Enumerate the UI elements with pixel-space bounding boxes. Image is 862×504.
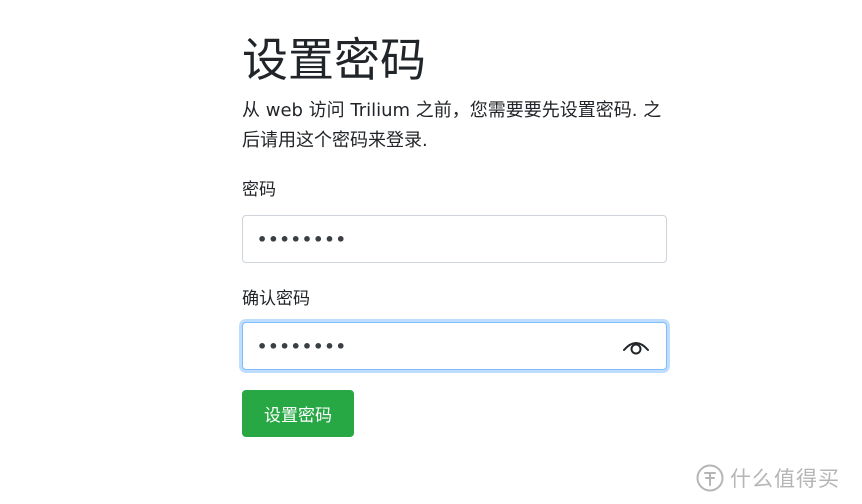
confirm-password-value: •••••••• xyxy=(257,337,347,356)
eye-icon[interactable] xyxy=(622,335,650,359)
watermark-text: 什么值得买 xyxy=(730,467,840,491)
page-title: 设置密码 xyxy=(242,33,426,87)
password-value: •••••••• xyxy=(257,230,347,249)
confirm-password-input[interactable]: •••••••• xyxy=(242,322,667,370)
password-label: 密码 xyxy=(242,180,276,200)
password-input[interactable]: •••••••• xyxy=(242,215,667,263)
confirm-password-label: 确认密码 xyxy=(242,289,310,309)
smzdm-logo-icon xyxy=(696,464,724,492)
watermark: 什么值得买 xyxy=(696,462,840,494)
set-password-button[interactable]: 设置密码 xyxy=(242,390,354,437)
intro-text: 从 web 访问 Trilium 之前，您需要要先设置密码. 之后请用这个密码来… xyxy=(242,100,662,151)
